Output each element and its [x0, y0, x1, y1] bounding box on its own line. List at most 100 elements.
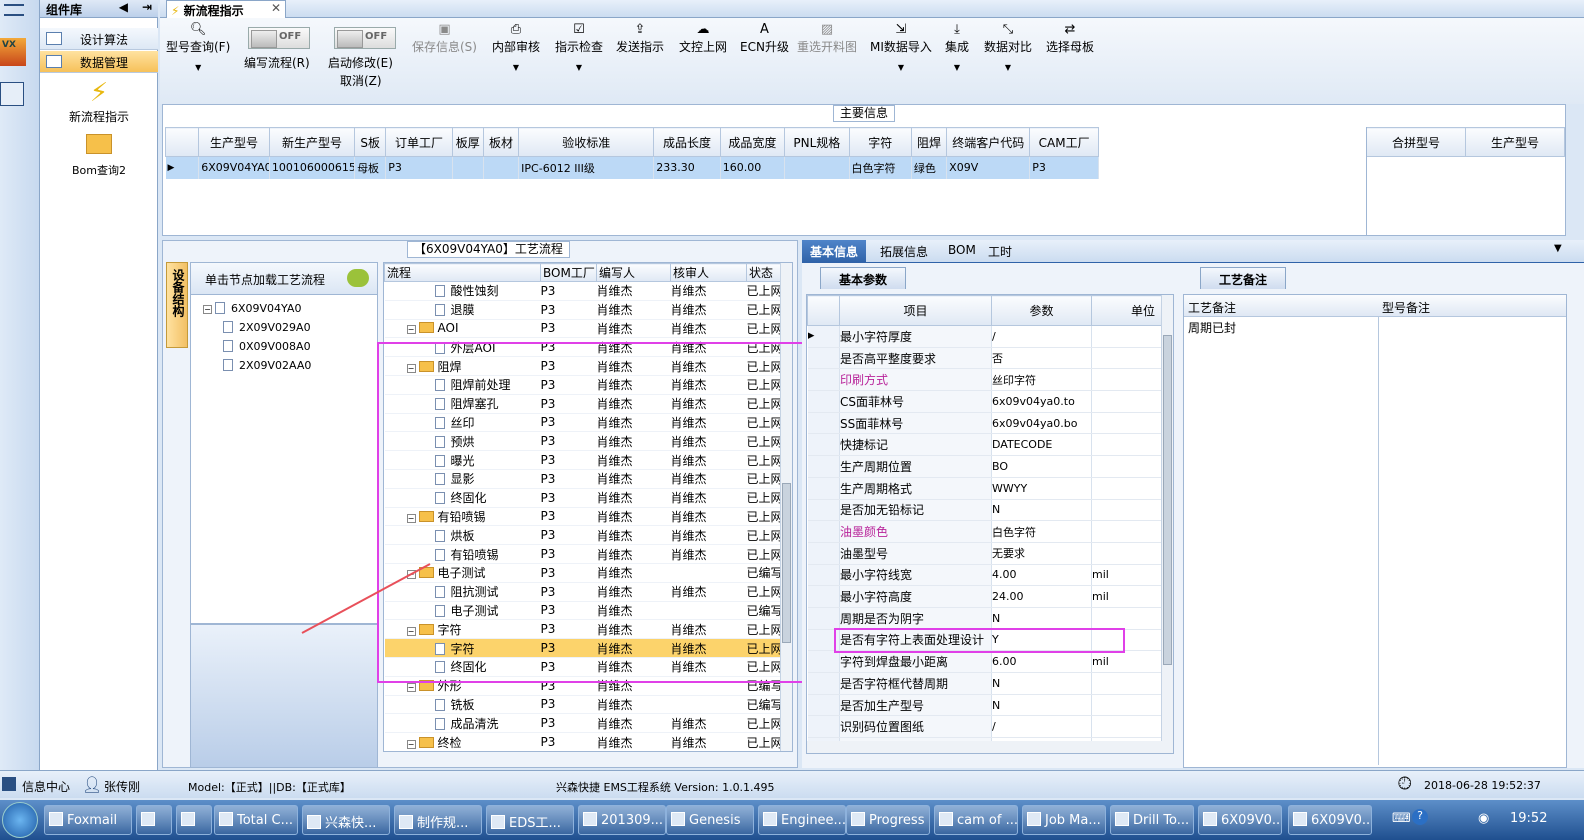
- flow-name-cell[interactable]: 功能检查: [385, 751, 541, 752]
- table-cell[interactable]: 6X09V04YA0: [198, 156, 270, 179]
- taskbar-item[interactable]: Enginee...: [758, 805, 846, 835]
- pin-icon[interactable]: ⇥: [142, 0, 152, 14]
- taskbar-item[interactable]: 兴森快...: [302, 805, 390, 835]
- flow-cell-f[interactable]: P3: [540, 281, 597, 301]
- row-header[interactable]: [807, 499, 840, 522]
- row-header[interactable]: [807, 390, 840, 413]
- flow-row[interactable]: 铣板 P3 肖维杰 已编写: [384, 695, 781, 715]
- param-row[interactable]: ▶ 最小字符厚度 /: [807, 325, 1162, 348]
- table-cell[interactable]: IPC-6012 III级: [518, 156, 655, 179]
- param-value[interactable]: DATECODE: [991, 433, 1092, 457]
- flow-cell-f[interactable]: P3: [540, 319, 597, 339]
- tree-node-child[interactable]: 0X09V008A0: [203, 337, 377, 356]
- row-header[interactable]: [807, 607, 840, 630]
- nav-item-data-management[interactable]: 数据管理: [40, 51, 158, 73]
- flow-cell-s[interactable]: 已上网: [746, 319, 781, 339]
- taskbar-item[interactable]: Foxmail: [44, 805, 132, 835]
- production-model-header[interactable]: 生产型号: [1465, 127, 1565, 157]
- flow-cell-s[interactable]: 已上网: [746, 732, 781, 751]
- param-value[interactable]: N: [991, 607, 1092, 630]
- collapse-icon[interactable]: −: [406, 683, 416, 693]
- collapse-left-icon[interactable]: ◀: [119, 0, 128, 14]
- tab-bom[interactable]: BOM: [948, 243, 976, 257]
- taskbar-item[interactable]: EDS工...: [486, 805, 574, 835]
- tab-basic-info[interactable]: 基本信息: [802, 240, 867, 263]
- col-header[interactable]: 验收标准: [518, 127, 655, 157]
- flow-cell-s[interactable]: 已上网: [746, 281, 781, 301]
- collapse-icon[interactable]: −: [406, 739, 416, 749]
- param-row[interactable]: 快捷标记 DATECODE: [807, 433, 1162, 457]
- data-compare-button[interactable]: ⤡ 数据对比 ▼: [984, 22, 1032, 72]
- param-row[interactable]: 字符到焊盘最小距离 6.00 mil: [807, 650, 1162, 673]
- table-row[interactable]: ▶6X09V04YA010010600061533母板P3IPC-6012 II…: [165, 156, 1099, 179]
- horizontal-scrollbar[interactable]: [807, 741, 1173, 753]
- col-header[interactable]: 成品长度: [653, 127, 721, 157]
- flow-cell-r[interactable]: 肖维杰: [670, 713, 747, 734]
- param-value[interactable]: /: [991, 325, 1092, 348]
- table-cell[interactable]: 160.00: [720, 156, 786, 179]
- tab-new-flow-instruction[interactable]: ⚡ 新流程指示 ✕: [166, 0, 286, 18]
- col-header[interactable]: 生产型号: [198, 127, 270, 157]
- param-value[interactable]: N: [991, 499, 1092, 522]
- taskbar-item[interactable]: cam of ...: [934, 805, 1018, 835]
- col-param-header[interactable]: 参数: [991, 295, 1092, 326]
- param-row[interactable]: 最小字符高度 24.00 mil: [807, 585, 1162, 608]
- col-flow-header[interactable]: 流程: [384, 263, 541, 282]
- row-header[interactable]: [807, 477, 840, 500]
- flow-name-cell[interactable]: 退膜: [384, 300, 541, 320]
- dropdown-icon[interactable]: ▼: [492, 63, 540, 72]
- flow-cell-r[interactable]: [670, 695, 747, 715]
- param-row[interactable]: 生产周期格式 WWYY: [807, 477, 1162, 500]
- col-writer-header[interactable]: 编写人: [596, 263, 671, 282]
- dropdown-icon[interactable]: ▼: [166, 63, 230, 72]
- close-icon[interactable]: ✕: [271, 1, 281, 15]
- flow-cell-w[interactable]: 肖维杰: [596, 281, 671, 301]
- chevron-down-icon[interactable]: ▼: [1554, 243, 1562, 254]
- row-header[interactable]: [807, 455, 840, 478]
- col-status-header[interactable]: 状态: [746, 263, 781, 282]
- param-value[interactable]: N: [991, 672, 1092, 695]
- row-header[interactable]: [807, 412, 840, 435]
- flow-cell-f[interactable]: P3: [540, 732, 597, 751]
- info-center-label[interactable]: 信息中心: [22, 778, 70, 795]
- col-header[interactable]: 订单工厂: [385, 127, 453, 157]
- taskbar-item[interactable]: [176, 805, 212, 835]
- chat-bubble-icon[interactable]: [347, 269, 369, 287]
- col-bom-factory-header[interactable]: BOM工厂: [540, 263, 597, 282]
- network-icon[interactable]: ◉: [1478, 811, 1489, 826]
- start-button[interactable]: [2, 802, 38, 838]
- bom-query-item[interactable]: Bom查询2: [40, 134, 158, 178]
- table-cell[interactable]: 绿色: [911, 156, 948, 179]
- taskbar-item[interactable]: 制作规...: [394, 805, 482, 835]
- flow-row[interactable]: 功能检查P3肖维杰肖维杰已上网: [385, 751, 781, 752]
- tab-extended-info[interactable]: 拓展信息: [880, 243, 928, 260]
- row-header[interactable]: [807, 694, 840, 717]
- col-header[interactable]: 字符: [848, 127, 912, 157]
- col-header[interactable]: PNL规格: [784, 127, 850, 157]
- flow-cell-f[interactable]: P3: [541, 751, 597, 752]
- taskbar-item[interactable]: Job Ma...: [1022, 805, 1106, 835]
- flow-cell-r[interactable]: 肖维杰: [670, 732, 747, 751]
- dropdown-icon[interactable]: ▼: [984, 63, 1032, 72]
- row-header[interactable]: [807, 672, 840, 695]
- menu-icon[interactable]: [4, 4, 24, 16]
- flow-cell-r[interactable]: 肖维杰: [670, 300, 747, 320]
- param-row[interactable]: SS面菲林号 6x09v04ya0.bo: [807, 412, 1162, 435]
- reselect-cutting-chart-button[interactable]: ▨ 重选开料图: [797, 22, 857, 55]
- row-header[interactable]: [807, 368, 840, 392]
- param-value[interactable]: 4.00: [991, 564, 1092, 587]
- start-modify-toggle[interactable]: OFF: [334, 27, 396, 49]
- table-cell[interactable]: 白色字符: [849, 156, 912, 179]
- table-cell[interactable]: 母板: [354, 156, 387, 179]
- save-info-button[interactable]: ▣ 保存信息(S): [412, 22, 477, 55]
- taskbar-item[interactable]: Genesis: [666, 805, 754, 835]
- col-header[interactable]: 阻焊: [910, 127, 948, 157]
- dropdown-icon[interactable]: ▼: [555, 63, 603, 72]
- process-notes-tab[interactable]: 工艺备注: [1200, 267, 1287, 289]
- param-row[interactable]: 生产周期位置 BO: [807, 455, 1162, 478]
- taskbar-item[interactable]: 6X09V0...: [1198, 805, 1282, 835]
- flow-cell-f[interactable]: P3: [540, 300, 597, 320]
- param-row[interactable]: 是否加生产型号 N: [807, 694, 1162, 717]
- flow-cell-s[interactable]: 已编写: [746, 695, 781, 715]
- param-value[interactable]: 丝印字符: [991, 368, 1092, 392]
